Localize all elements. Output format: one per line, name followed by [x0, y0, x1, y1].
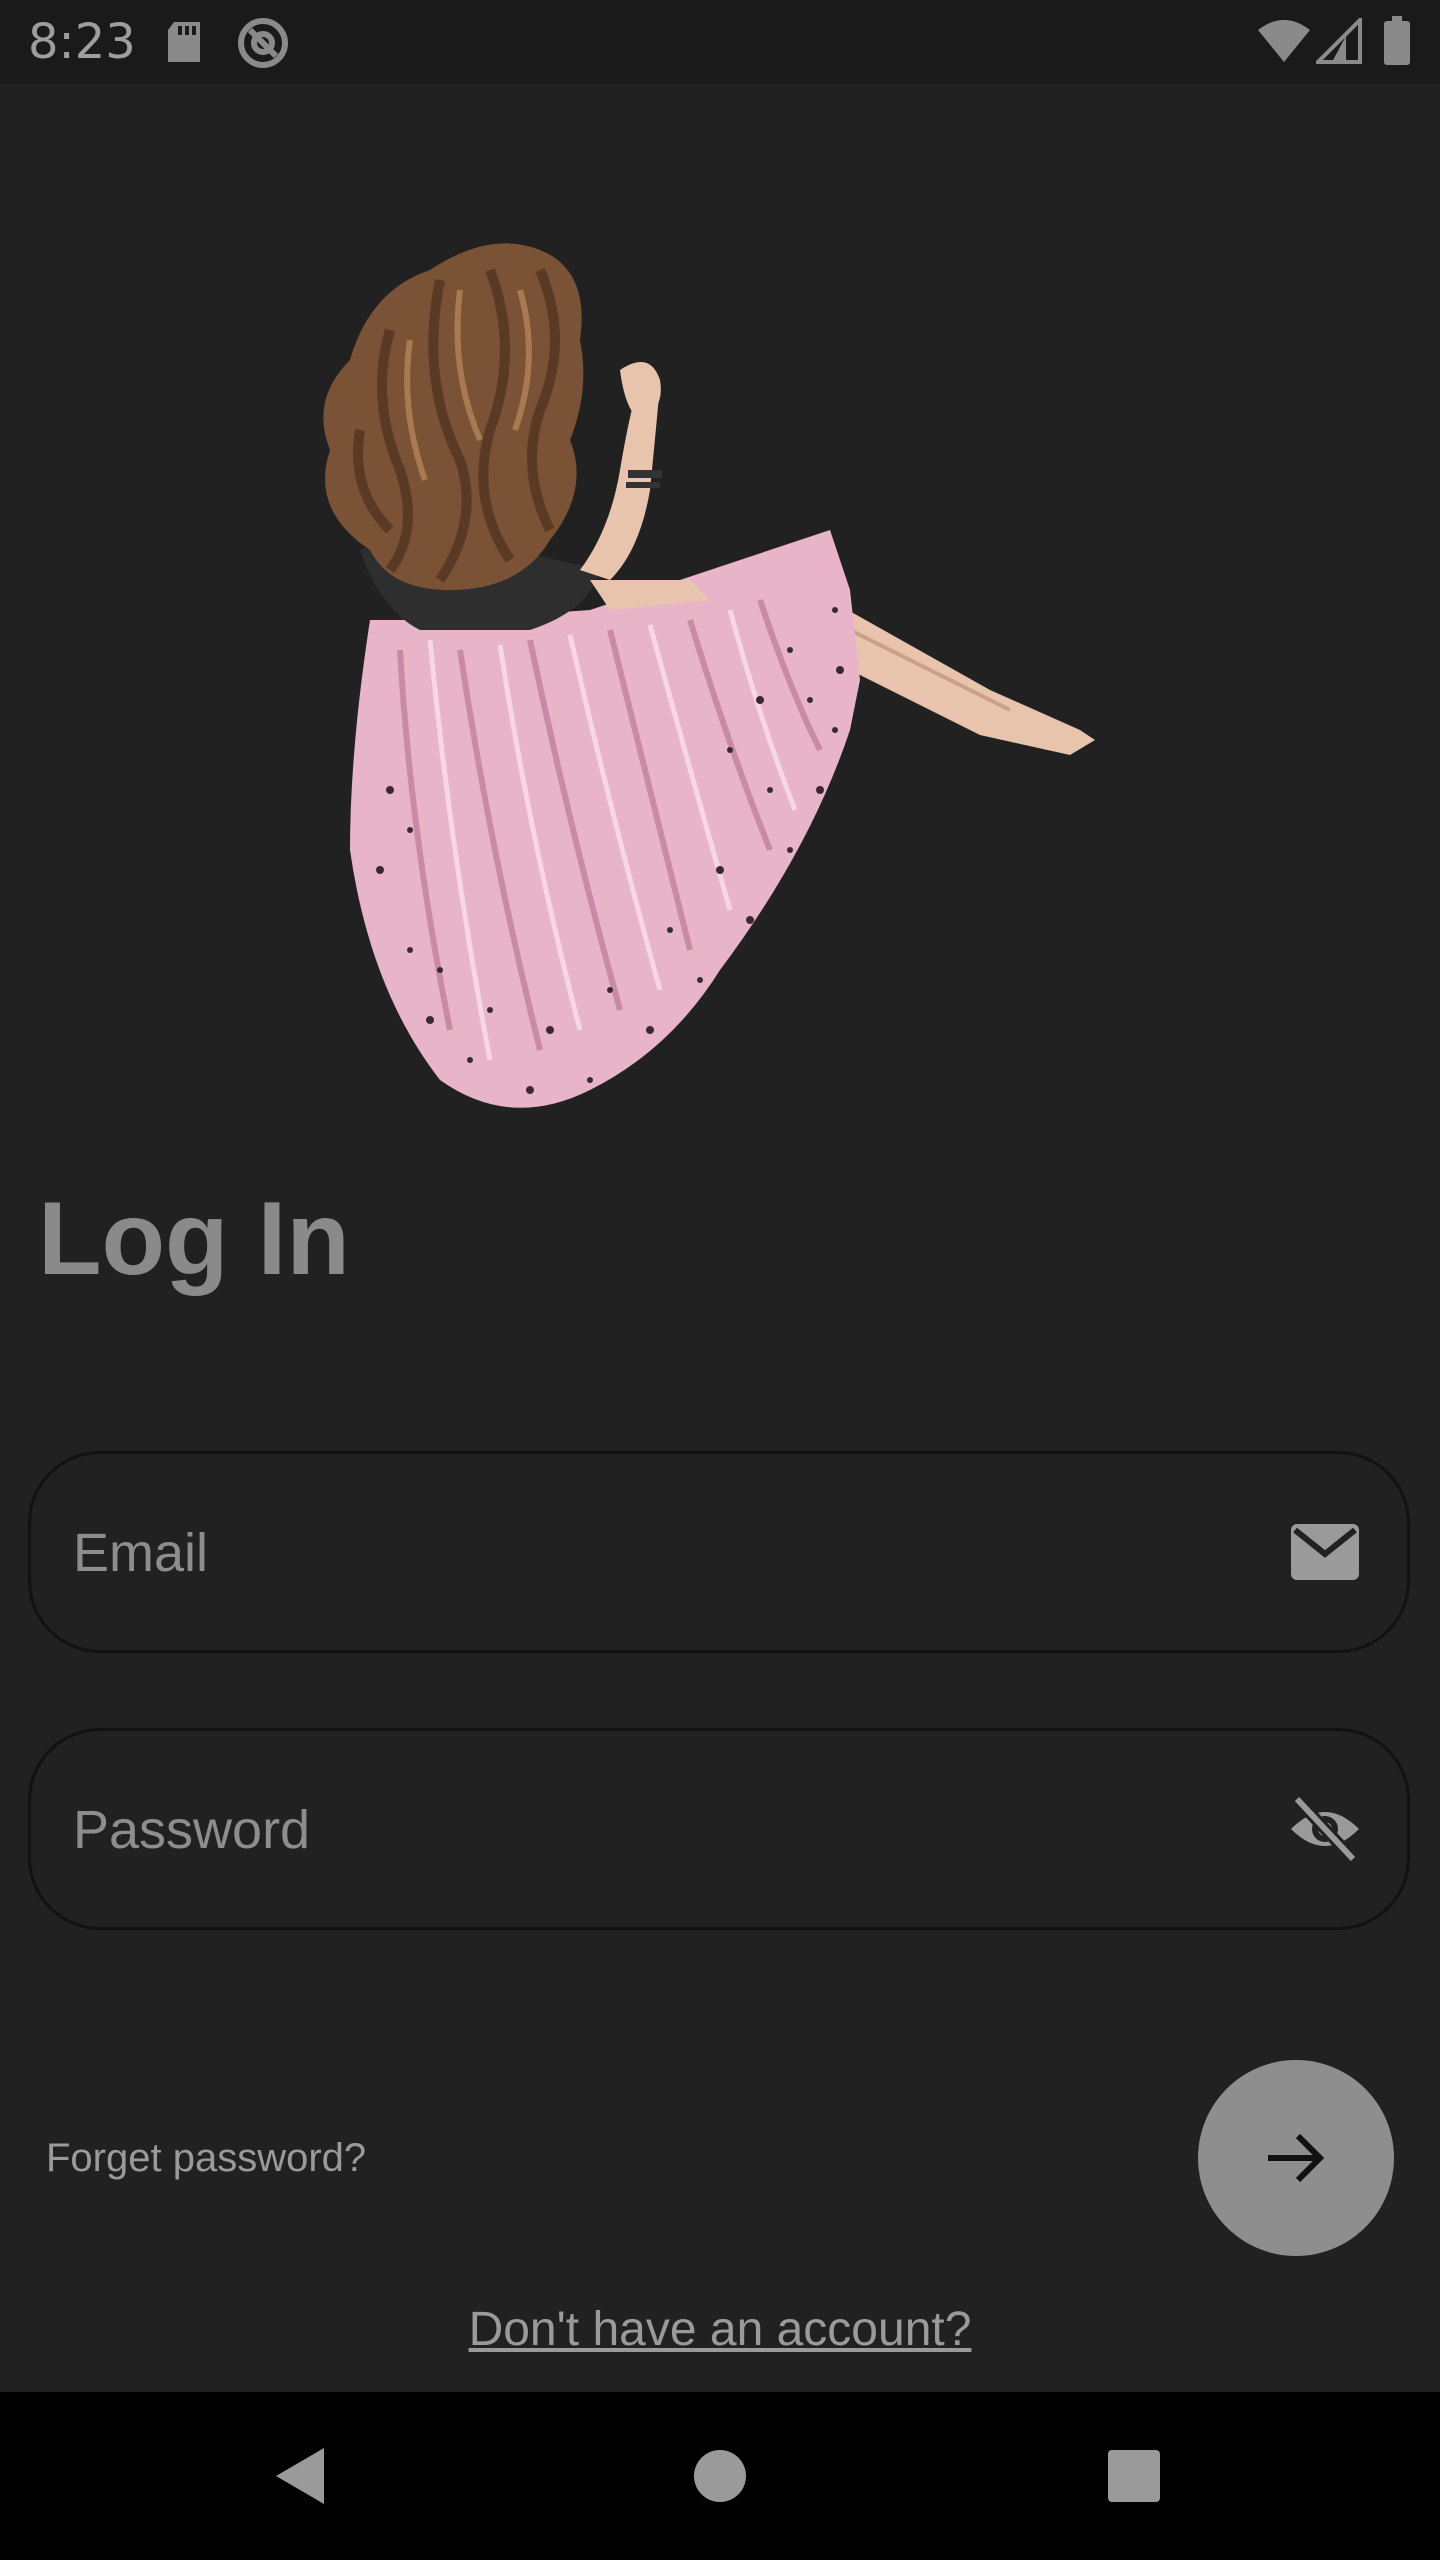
- sd-card-icon: [168, 22, 200, 62]
- sync-icon: [238, 18, 288, 68]
- visibility-off-icon[interactable]: [1287, 1791, 1363, 1867]
- battery-icon: [1384, 16, 1410, 65]
- navigation-bar: [0, 2392, 1440, 2560]
- mail-icon: [1291, 1524, 1359, 1580]
- password-field[interactable]: [28, 1728, 1410, 1930]
- status-bar: 8:23: [0, 0, 1440, 84]
- home-icon[interactable]: [688, 2444, 752, 2508]
- login-submit-button[interactable]: [1198, 2060, 1394, 2256]
- password-input[interactable]: [71, 1731, 1235, 1929]
- email-input[interactable]: [71, 1454, 1235, 1652]
- girl-illustration: [323, 243, 1095, 1108]
- signal-icon: [1316, 18, 1362, 64]
- back-icon[interactable]: [268, 2444, 332, 2508]
- email-field[interactable]: [28, 1451, 1410, 1653]
- recents-icon[interactable]: [1102, 2444, 1166, 2508]
- status-time: 8:23: [28, 14, 136, 70]
- arrow-right-icon: [1268, 2133, 1325, 2183]
- forgot-password-link[interactable]: Forget password?: [46, 2136, 366, 2181]
- signup-link[interactable]: Don't have an account?: [0, 2302, 1440, 2357]
- page-title: Log In: [38, 1181, 350, 1297]
- wifi-icon: [1258, 20, 1310, 62]
